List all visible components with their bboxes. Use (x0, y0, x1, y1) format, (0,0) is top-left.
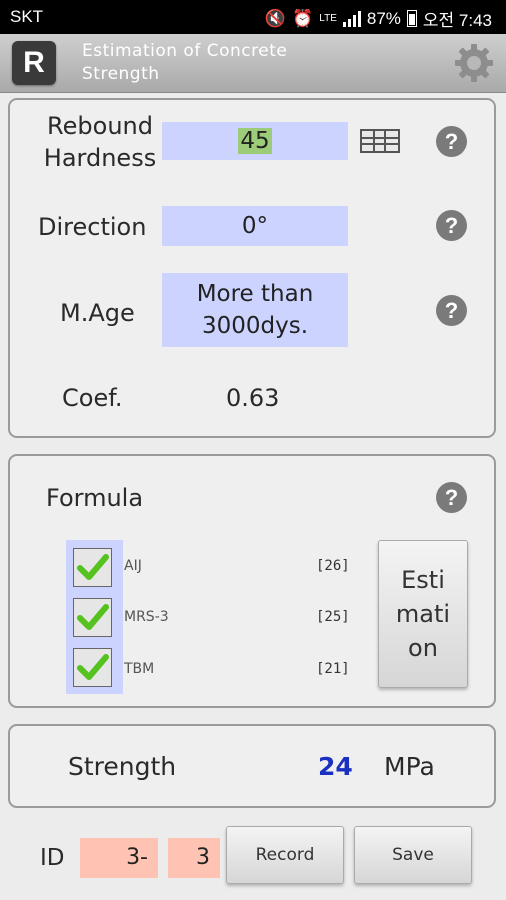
result-panel: Strength 24 MPa (8, 724, 496, 808)
material-age-label: M.Age (60, 299, 135, 327)
formula-name-tbm: TBM (124, 661, 155, 677)
battery-icon (406, 10, 417, 27)
clock: 오전 7:43 (422, 11, 492, 30)
mute-icon: 🔇 (264, 8, 287, 28)
app-title: Estimation of Concrete Strength (82, 40, 382, 86)
checkbox-tbm[interactable] (73, 648, 112, 687)
direction-field[interactable]: 0° (162, 206, 348, 246)
status-icons: 🔇 ⏰ LTE 87% 오전 7:43 (265, 6, 492, 31)
status-bar: SKT 🔇 ⏰ LTE 87% 오전 7:43 (0, 0, 506, 34)
strength-label: Strength (68, 752, 177, 781)
estimation-line2: mati (395, 600, 451, 628)
lte-label: LTE (319, 13, 337, 24)
settings-gear-icon[interactable] (454, 43, 494, 83)
material-age-line2: 3000dys. (201, 313, 309, 339)
formula-help-icon[interactable]: ? (436, 482, 467, 513)
record-button[interactable]: Record (226, 826, 344, 884)
estimation-line3: on (408, 634, 438, 662)
coef-value: 0.63 (226, 384, 280, 412)
checkbox-aij[interactable] (73, 548, 112, 587)
estimation-line1: Esti (401, 566, 445, 594)
save-button[interactable]: Save (354, 826, 472, 884)
battery-percent: 87% (366, 8, 401, 28)
id-label: ID (40, 845, 65, 871)
rebound-label-line2: Hardness (43, 144, 157, 172)
app-title-line1: Estimation of Concrete (82, 41, 288, 61)
id-field-part2[interactable]: 3 (168, 838, 220, 878)
rebound-help-icon[interactable]: ? (436, 126, 467, 157)
rebound-hardness-field[interactable]: 45 (162, 122, 348, 160)
estimation-button[interactable]: Esti mati on (378, 540, 468, 688)
direction-label: Direction (38, 213, 147, 241)
id-field-part1[interactable]: 3- (80, 838, 158, 878)
material-age-help-icon[interactable]: ? (436, 295, 467, 326)
signal-icon (342, 10, 361, 27)
formula-name-mrs3: MRS-3 (124, 609, 169, 625)
alarm-icon: ⏰ (292, 8, 314, 28)
checkmark-icon (77, 654, 109, 680)
carrier-label: SKT (10, 7, 44, 26)
rebound-label-line1: Rebound (47, 112, 153, 140)
material-age-line1: More than (196, 281, 314, 307)
formula-value-aij: [26] (316, 558, 350, 574)
formula-title: Formula (46, 484, 144, 512)
input-panel: Rebound Hardness 45 ? Direction 0° ? M.A… (8, 98, 496, 438)
checkmark-icon (77, 604, 109, 630)
strength-unit: MPa (384, 752, 435, 781)
coef-label: Coef. (62, 384, 123, 412)
app-bar: R Estimation of Concrete Strength (0, 34, 506, 93)
formula-name-aij: AIJ (124, 558, 142, 574)
material-age-field[interactable]: More than 3000dys. (162, 273, 348, 347)
checkbox-mrs3[interactable] (73, 598, 112, 637)
rebound-hardness-value: 45 (238, 128, 272, 154)
checkmark-icon (77, 554, 109, 580)
formula-panel: Formula ? AIJ [26] MRS-3 [25] TBM [21] E… (8, 454, 496, 708)
app-title-line2: Strength (82, 64, 160, 84)
formula-checkbox-column (66, 540, 123, 694)
app-logo: R (12, 41, 56, 85)
formula-value-mrs3: [25] (316, 609, 350, 625)
rebound-hardness-label: Rebound Hardness (36, 110, 164, 174)
formula-value-tbm: [21] (316, 661, 350, 677)
strength-value: 24 (318, 752, 353, 781)
direction-help-icon[interactable]: ? (436, 210, 467, 241)
table-grid-icon[interactable] (360, 129, 400, 153)
